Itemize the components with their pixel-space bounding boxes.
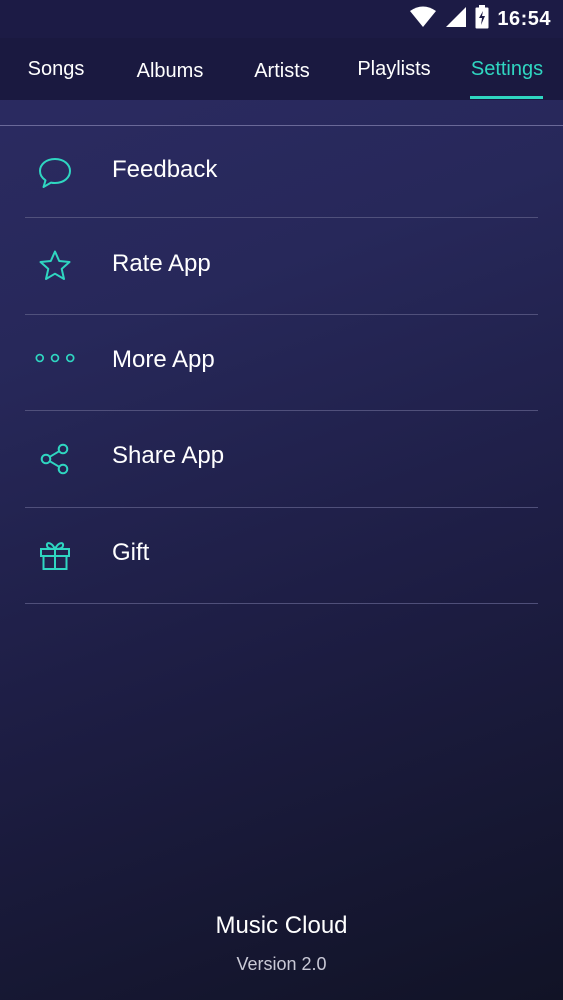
- app-name: Music Cloud: [215, 912, 348, 939]
- status-bar: 16:54: [0, 0, 563, 38]
- menu-item-rate-app[interactable]: Rate App: [25, 218, 538, 314]
- chat-bubble-icon: [35, 153, 75, 193]
- signal-icon: [445, 6, 467, 33]
- menu-divider: [25, 603, 538, 604]
- tab-bar: Songs Albums Artists Playlists Settings: [0, 38, 563, 100]
- status-icons: 16:54: [409, 4, 551, 34]
- menu-item-label: Feedback: [112, 156, 218, 183]
- menu-item-feedback[interactable]: Feedback: [25, 126, 538, 217]
- star-icon: [35, 246, 75, 286]
- tab-label-songs: Songs: [27, 58, 85, 80]
- more-dots-icon: [35, 338, 75, 378]
- status-time: 16:54: [497, 7, 551, 30]
- menu-item-share-app[interactable]: Share App: [25, 411, 538, 507]
- menu-item-label: Gift: [112, 539, 150, 566]
- tab-label-settings: Settings: [470, 58, 544, 80]
- app-version: Version 2.0: [236, 954, 327, 974]
- tab-playlists[interactable]: Playlists: [346, 38, 442, 100]
- battery-charging-icon: [475, 4, 489, 34]
- tab-songs[interactable]: Songs: [14, 38, 98, 100]
- tab-artists[interactable]: Artists: [240, 38, 324, 100]
- gift-icon: [35, 535, 75, 575]
- menu-item-label: Share App: [112, 442, 225, 469]
- tab-label-albums: Albums: [136, 60, 204, 82]
- menu-item-label: Rate App: [112, 250, 211, 277]
- tab-albums[interactable]: Albums: [126, 38, 214, 100]
- tab-label-artists: Artists: [254, 60, 310, 82]
- wifi-icon: [409, 6, 437, 33]
- tab-settings[interactable]: Settings: [462, 38, 552, 100]
- tab-label-playlists: Playlists: [357, 58, 431, 80]
- share-icon: [35, 439, 75, 479]
- active-tab-indicator: [470, 96, 543, 99]
- menu-item-label: More App: [112, 346, 215, 373]
- menu-item-gift[interactable]: Gift: [25, 508, 538, 603]
- menu-item-more-app[interactable]: More App: [25, 315, 538, 410]
